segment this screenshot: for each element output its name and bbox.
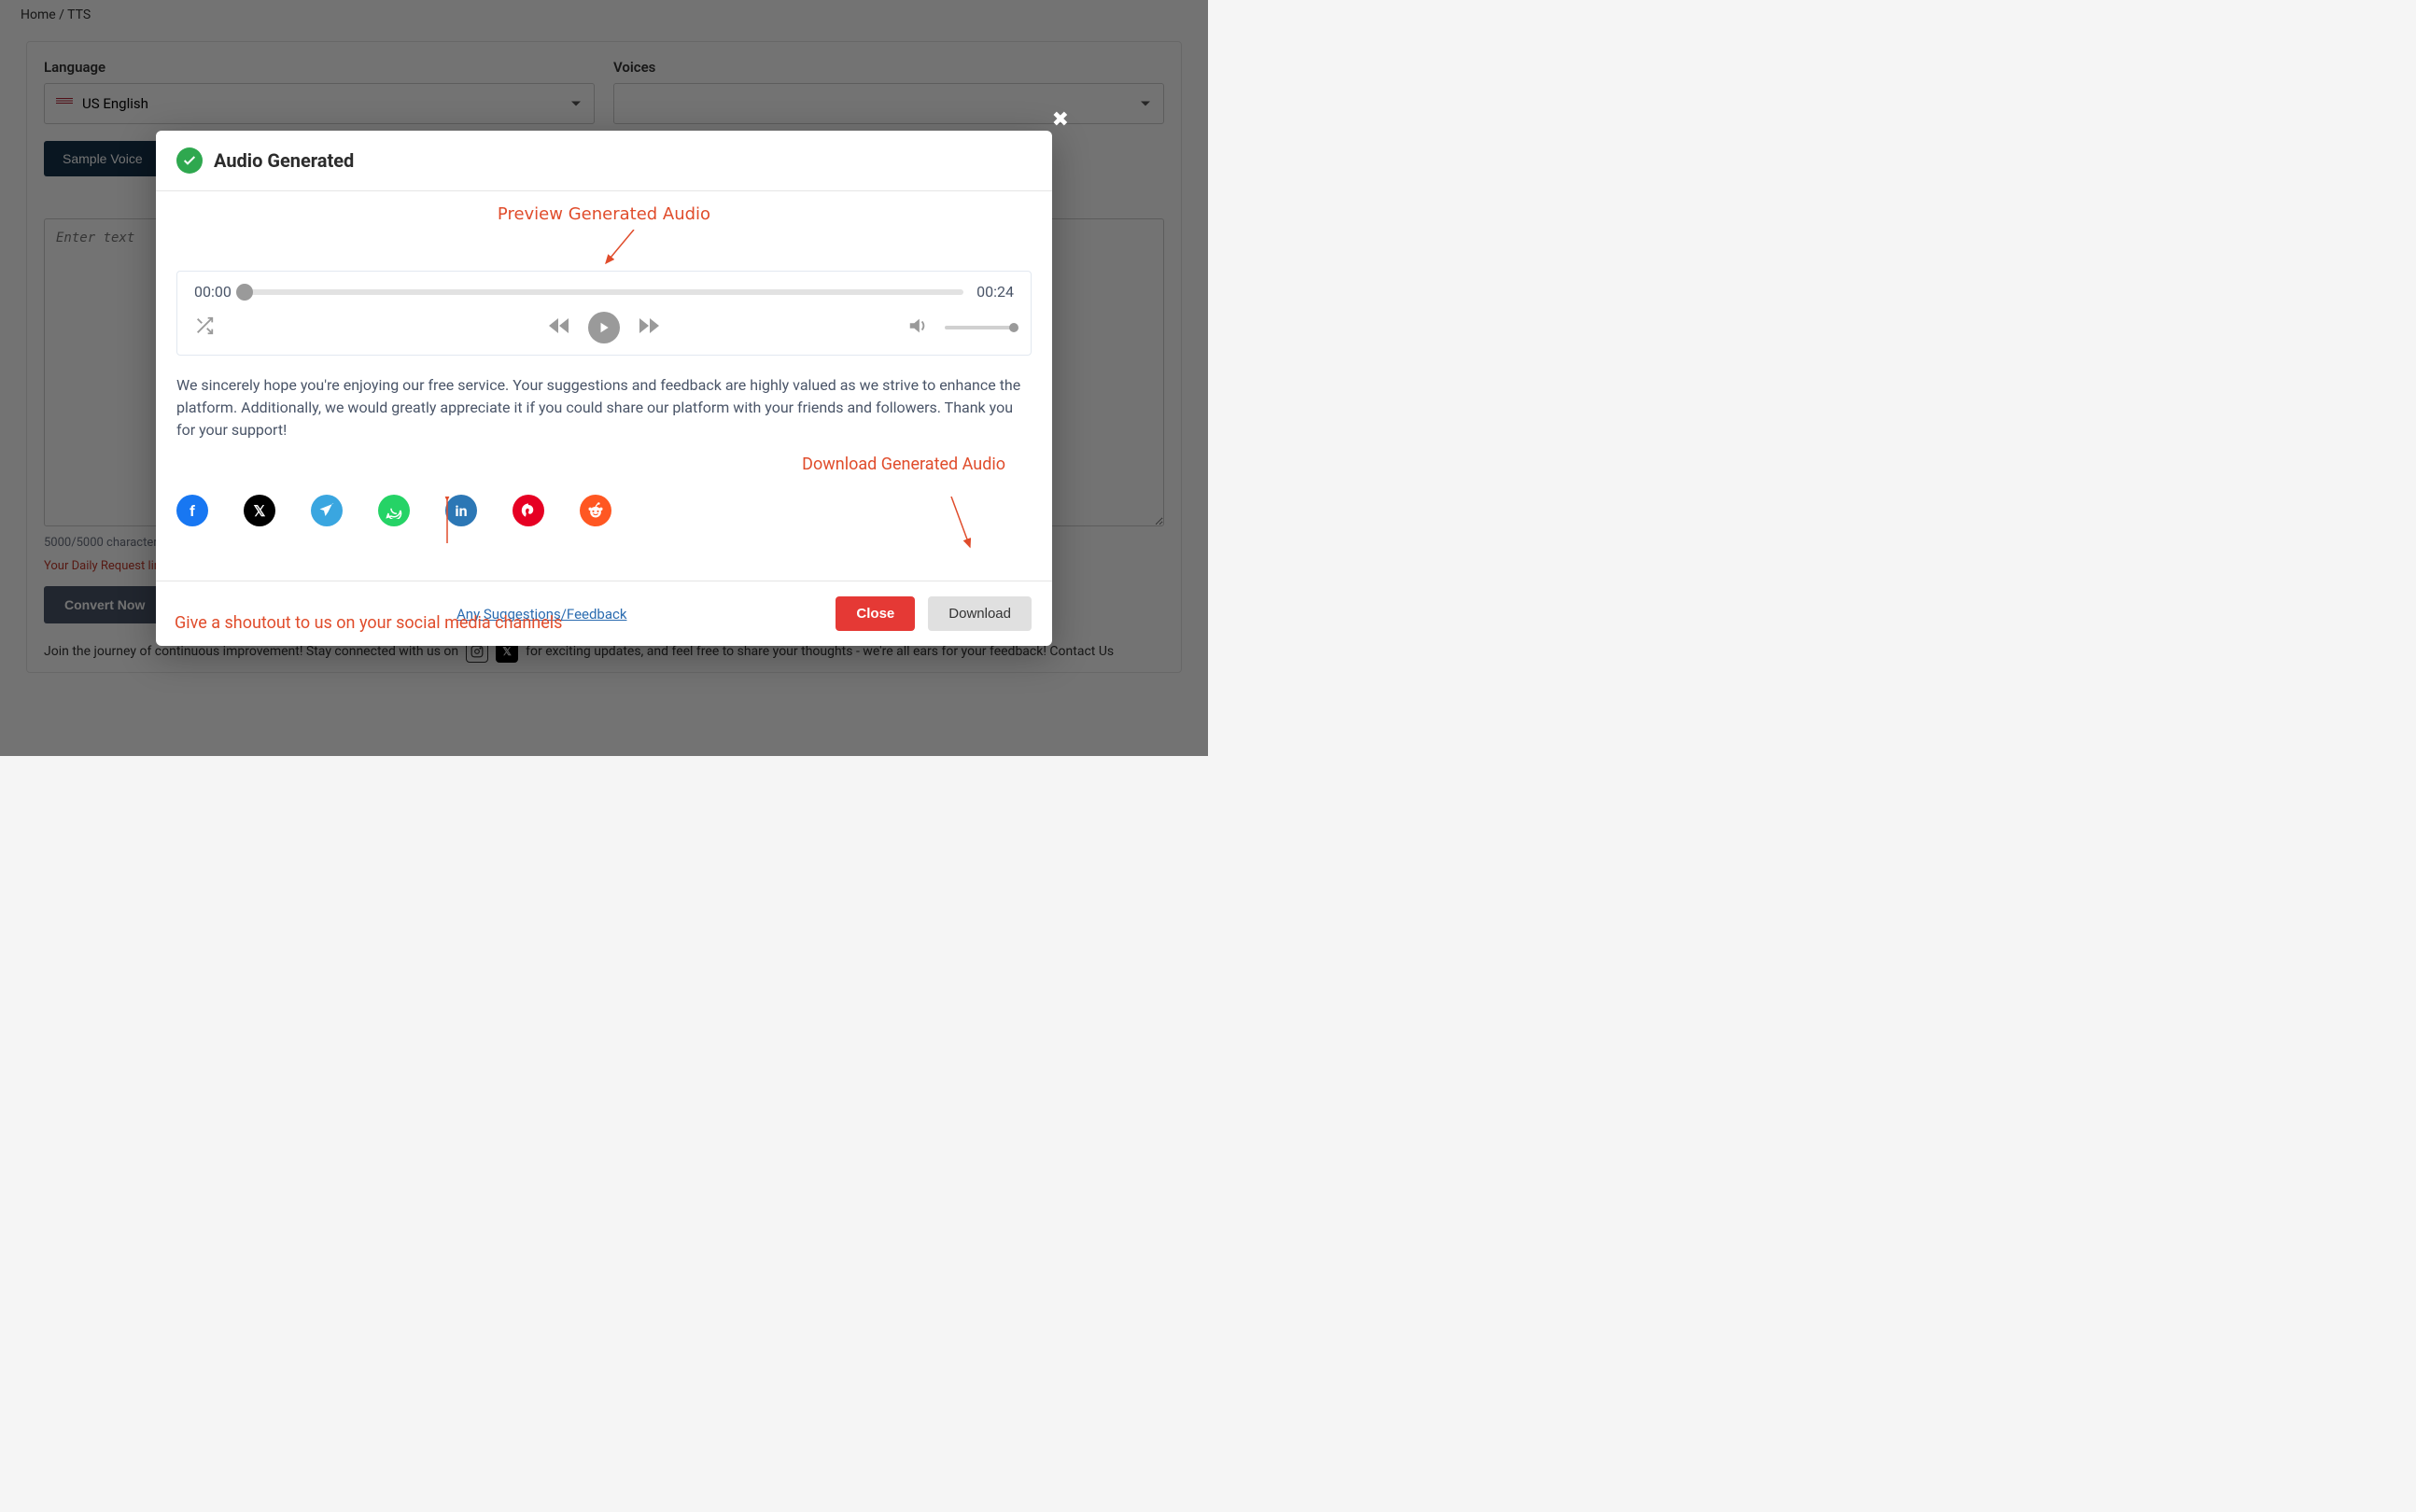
forward-icon[interactable] <box>637 316 661 339</box>
close-button[interactable]: Close <box>836 596 915 631</box>
download-button[interactable]: Download <box>928 596 1032 631</box>
volume-slider[interactable] <box>945 326 1014 329</box>
whatsapp-icon[interactable] <box>378 495 410 526</box>
pinterest-icon[interactable] <box>513 495 544 526</box>
modal-title: Audio Generated <box>214 149 354 172</box>
shuffle-icon[interactable] <box>194 315 215 340</box>
volume-icon[interactable] <box>907 315 928 340</box>
telegram-icon[interactable] <box>311 495 343 526</box>
social-row: f 𝕏 in <box>176 495 1032 526</box>
arrow-icon <box>176 230 1032 267</box>
feedback-message: We sincerely hope you're enjoying our fr… <box>176 374 1032 441</box>
modal-body: Preview Generated Audio 00:00 00:24 <box>156 191 1052 581</box>
volume-thumb[interactable] <box>1009 323 1018 332</box>
x-twitter-icon[interactable]: 𝕏 <box>244 495 275 526</box>
rewind-icon[interactable] <box>547 316 571 339</box>
time-current: 00:00 <box>194 283 232 301</box>
close-icon[interactable]: ✖ <box>1052 108 1069 132</box>
reddit-icon[interactable] <box>580 495 611 526</box>
time-total: 00:24 <box>976 283 1014 301</box>
progress-thumb[interactable] <box>236 284 253 301</box>
modal-footer: Give a shoutout to us on your social med… <box>156 581 1052 646</box>
linkedin-icon[interactable]: in <box>445 495 477 526</box>
play-button[interactable] <box>588 312 620 343</box>
modal-header: Audio Generated <box>156 131 1052 191</box>
audio-player: 00:00 00:24 <box>176 271 1032 356</box>
facebook-icon[interactable]: f <box>176 495 208 526</box>
annotation-download: Download Generated Audio <box>176 455 1032 474</box>
annotation-preview: Preview Generated Audio <box>176 204 1032 224</box>
audio-generated-modal: ✖ Audio Generated Preview Generated Audi… <box>156 131 1052 646</box>
check-circle-icon <box>176 147 203 174</box>
annotation-social: Give a shoutout to us on your social med… <box>175 613 562 633</box>
progress-track[interactable] <box>245 289 963 295</box>
